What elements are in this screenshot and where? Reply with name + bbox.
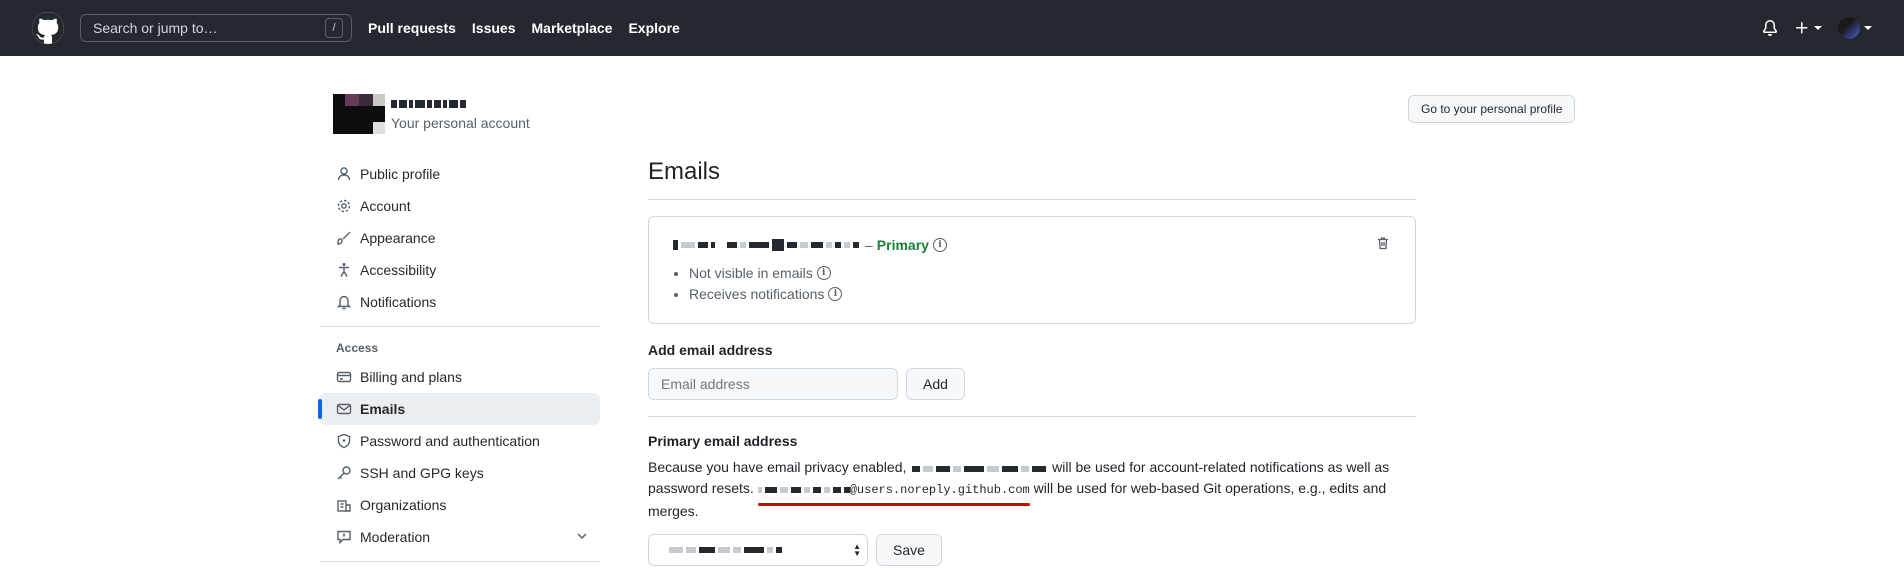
email-notes-list: Not visible in emailsi Receives notifica… (689, 265, 1391, 307)
account-username-redacted (391, 97, 530, 111)
sidebar-item-label: Billing and plans (360, 369, 462, 385)
nav-explore[interactable]: Explore (628, 20, 679, 36)
search-placeholder: Search or jump to… (93, 20, 218, 36)
info-icon[interactable]: i (828, 287, 843, 301)
sidebar-item-password-authentication[interactable]: Password and authentication (320, 425, 600, 457)
github-logo-icon[interactable] (32, 12, 64, 44)
add-email-button[interactable]: Add (906, 368, 965, 400)
chevron-down-icon (1814, 26, 1822, 30)
sidebar-item-label: Password and authentication (360, 433, 540, 449)
credit-card-icon (336, 369, 352, 385)
accessibility-icon (336, 262, 352, 278)
notifications-bell-icon[interactable] (1762, 20, 1778, 36)
mail-icon (336, 401, 352, 417)
sidebar-item-ssh-gpg-keys[interactable]: SSH and GPG keys (320, 457, 600, 489)
sidebar-item-moderation[interactable]: Moderation (320, 521, 600, 553)
bell-icon (336, 294, 352, 310)
sidebar-item-accessibility[interactable]: Accessibility (320, 254, 600, 286)
noreply-suffix: @users.noreply.github.com (849, 483, 1030, 497)
sidebar-group-access: Access (336, 341, 379, 355)
email-address-redacted (673, 239, 859, 251)
go-to-profile-button[interactable]: Go to your personal profile (1408, 95, 1576, 123)
search-input[interactable]: Search or jump to… / (80, 14, 352, 42)
primary-email-form: ▲ ▼ Save (648, 534, 1416, 566)
top-header: Search or jump to… / Pull requests Issue… (0, 0, 1904, 56)
settings-sidebar: Public profile Account Appearance Access… (318, 158, 600, 570)
page-title: Emails (648, 158, 1416, 200)
select-arrows-icon: ▲ ▼ (853, 542, 861, 558)
sidebar-item-label: Moderation (360, 529, 431, 545)
sidebar-item-organizations[interactable]: Organizations (320, 489, 600, 521)
account-avatar (333, 94, 385, 134)
gear-icon (336, 198, 352, 214)
primary-email-line: – Primary i (673, 235, 1391, 255)
primary-email-heading: Primary email address (648, 433, 798, 449)
account-heading: Your personal account (333, 94, 530, 134)
email-address-field[interactable] (648, 368, 898, 400)
list-item: Receives notificationsi (689, 286, 1391, 307)
primary-email-select[interactable]: ▲ ▼ (648, 534, 868, 566)
shield-lock-icon (336, 433, 352, 449)
global-nav: Pull requests Issues Marketplace Explore (368, 20, 696, 36)
sidebar-item-account[interactable]: Account (320, 190, 600, 222)
section-divider (648, 416, 1416, 417)
save-button[interactable]: Save (876, 534, 942, 566)
note-receives-notifications: Receives notifications (689, 286, 825, 302)
nav-pull-requests[interactable]: Pull requests (368, 20, 456, 36)
emails-settings-main: Emails – Primary i Not visible in emails… (648, 158, 1416, 566)
sidebar-item-billing[interactable]: Billing and plans (320, 361, 600, 393)
key-icon (336, 465, 352, 481)
paintbrush-icon (336, 230, 352, 246)
info-icon[interactable]: i (816, 266, 831, 280)
noreply-prefix-redacted (757, 487, 850, 493)
sidebar-item-label: Public profile (360, 166, 441, 182)
email-redacted (912, 466, 1047, 472)
sidebar-item-label: Accessibility (360, 262, 437, 278)
nav-marketplace[interactable]: Marketplace (532, 20, 613, 36)
create-new-plus-icon[interactable] (1794, 20, 1822, 36)
chevron-down-icon (574, 528, 590, 547)
trash-icon[interactable] (1375, 235, 1391, 254)
person-icon (336, 166, 352, 182)
add-email-form: Add (648, 368, 1416, 400)
sidebar-item-appearance[interactable]: Appearance (320, 222, 600, 254)
sidebar-item-notifications[interactable]: Notifications (320, 286, 600, 318)
email-entry-card: – Primary i Not visible in emailsi Recei… (648, 216, 1416, 324)
avatar (1838, 17, 1860, 39)
sidebar-item-label: Emails (360, 401, 406, 417)
sidebar-item-label: Notifications (360, 294, 437, 310)
sidebar-item-label: SSH and GPG keys (360, 465, 484, 481)
sidebar-divider (320, 561, 600, 562)
primary-badge: Primary (876, 237, 929, 253)
search-shortcut-hint: / (325, 18, 343, 38)
account-subtitle: Your personal account (391, 115, 530, 131)
info-icon[interactable]: i (932, 238, 947, 252)
add-email-heading: Add email address (648, 342, 773, 358)
nav-issues[interactable]: Issues (472, 20, 516, 36)
chevron-down-icon (1864, 26, 1872, 30)
sidebar-item-emails[interactable]: Emails (318, 393, 600, 425)
header-actions (1762, 0, 1872, 56)
privacy-explanation: Because you have email privacy enabled, … (648, 457, 1416, 522)
list-item: Not visible in emailsi (689, 265, 1391, 286)
sidebar-divider (320, 326, 600, 327)
report-icon (336, 529, 352, 545)
sidebar-item-label: Appearance (360, 230, 436, 246)
organization-icon (336, 497, 352, 513)
noreply-address-underlined: @users.noreply.github.com (757, 478, 1030, 506)
sidebar-item-label: Account (360, 198, 411, 214)
para-text-1: Because you have email privacy enabled, (648, 459, 907, 475)
selected-email-redacted (669, 547, 782, 553)
note-not-visible: Not visible in emails (689, 265, 813, 281)
email-separator: – (865, 237, 873, 253)
sidebar-item-public-profile[interactable]: Public profile (320, 158, 600, 190)
user-menu[interactable] (1838, 17, 1872, 39)
sidebar-item-label: Organizations (360, 497, 447, 513)
